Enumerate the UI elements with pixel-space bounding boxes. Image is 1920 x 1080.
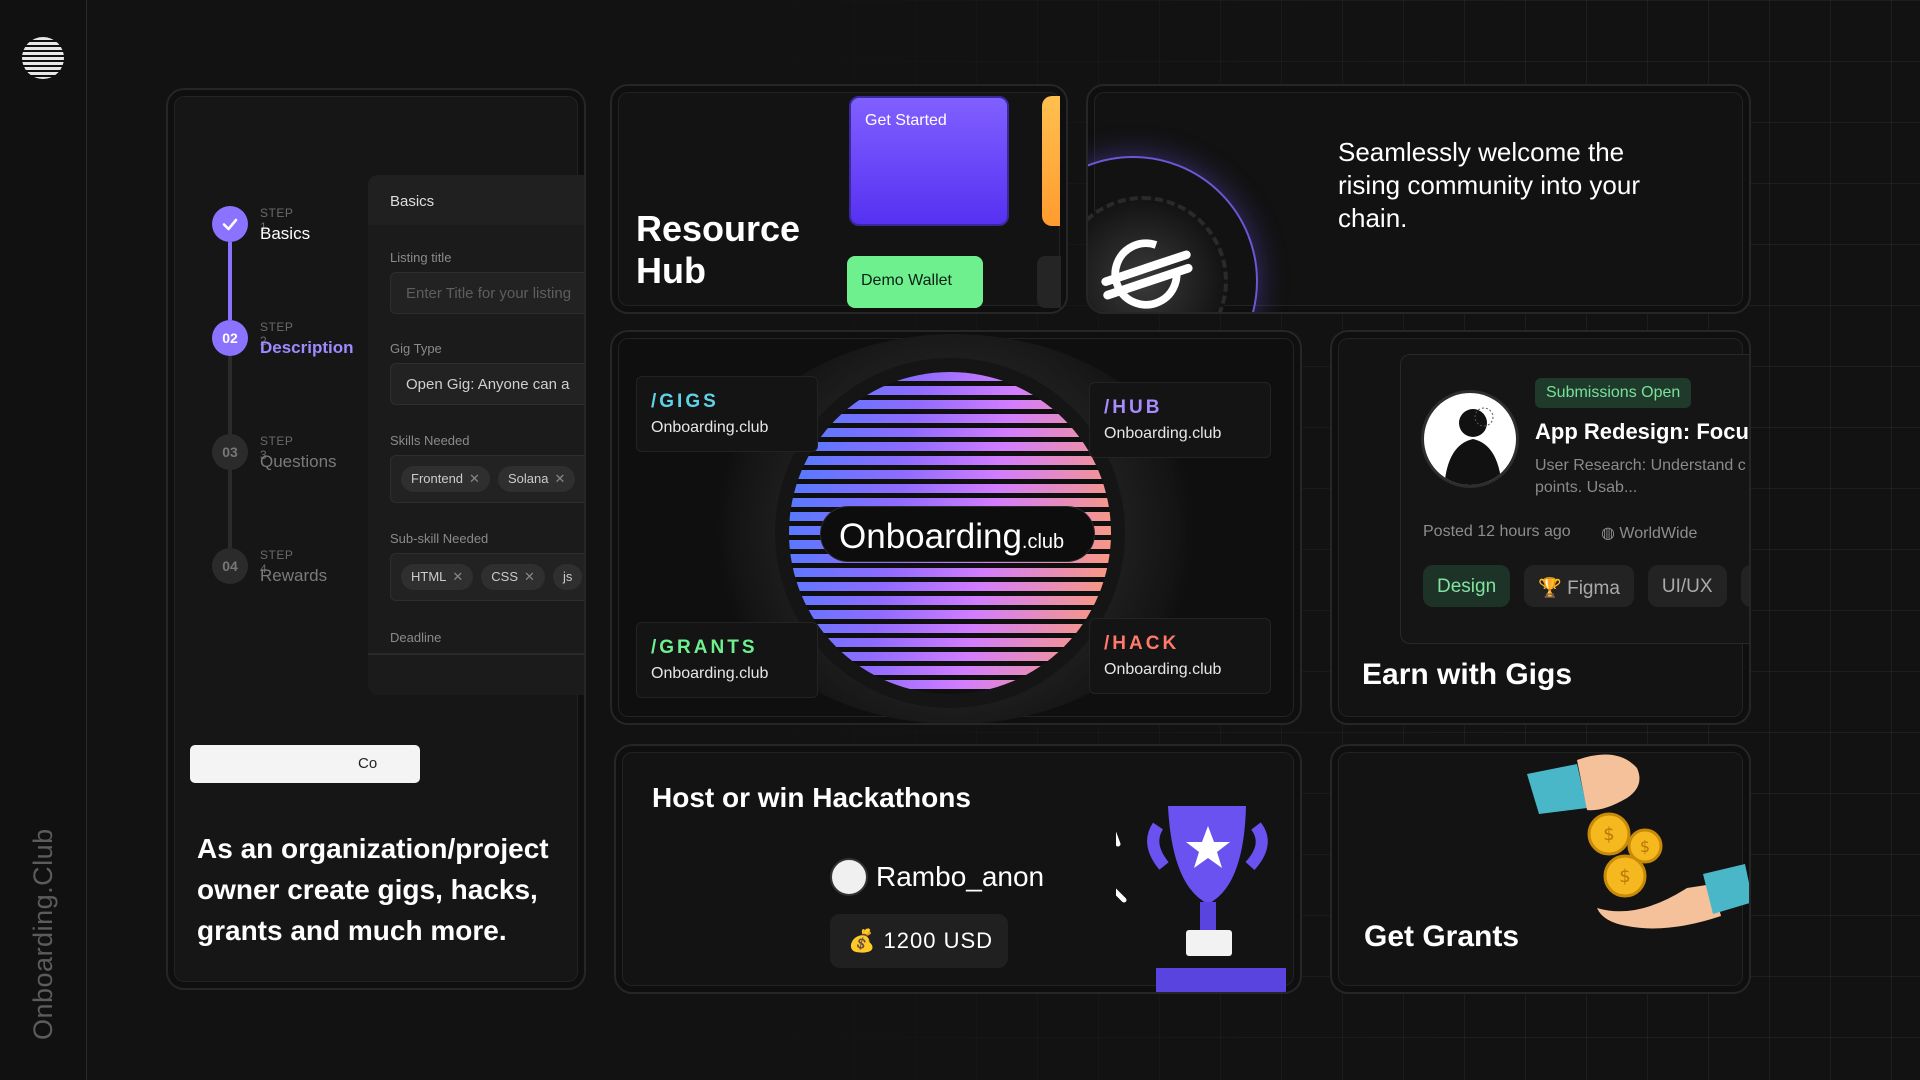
gig-type-label: Gig Type xyxy=(390,341,442,356)
step-connector xyxy=(228,470,232,548)
step-name: Basics xyxy=(260,224,311,243)
close-icon: ✕ xyxy=(469,471,480,486)
trophy-icon: 🏆 xyxy=(1538,578,1562,599)
subskill-input[interactable]: HTML ✕ CSS ✕ js xyxy=(390,553,584,601)
gig-description: User Research: Understand c points. Usab… xyxy=(1535,457,1746,496)
step-connector xyxy=(228,356,232,434)
close-icon: ✕ xyxy=(452,569,464,584)
gig-title[interactable]: App Redesign: Focus xyxy=(1535,419,1749,445)
listing-title-label: Listing title xyxy=(390,250,452,265)
step-number-badge: 04 xyxy=(212,548,248,584)
close-icon: ✕ xyxy=(554,471,566,486)
hub-link[interactable]: /HUB Onboarding.club xyxy=(1089,382,1271,458)
skill-tag[interactable]: Frontend ✕ xyxy=(401,466,490,492)
form-header: Basics xyxy=(368,175,584,225)
hackathons-title: Host or win Hackathons xyxy=(652,782,971,813)
skills-input[interactable]: Frontend ✕ Solana ✕ xyxy=(390,455,584,503)
listing-form: Basics Listing title Enter Title for you… xyxy=(368,175,584,695)
svg-text:$: $ xyxy=(1640,837,1650,856)
resource-hub-card[interactable]: Resource Hub Get Started Demo Wallet xyxy=(610,84,1068,314)
hackathons-card[interactable]: Host or win Hackathons Rambo_anon 💰 1200… xyxy=(614,744,1302,994)
status-badge: Submissions Open xyxy=(1535,378,1692,408)
get-started-button[interactable]: Get Started xyxy=(849,96,1009,226)
tag-uiux[interactable]: UI/UX xyxy=(1647,565,1727,607)
hack-link[interactable]: /HACK Onboarding.club xyxy=(1089,618,1271,694)
grants-caption: Get Grants xyxy=(1364,920,1520,953)
avatar xyxy=(1421,390,1519,488)
globe-icon: ◍ xyxy=(1601,525,1615,542)
step-number-badge: 03 xyxy=(212,434,248,470)
prize-badge: 💰 1200 USD xyxy=(830,914,1008,968)
welcome-text: Seamlessly welcome the rising community … xyxy=(1338,137,1640,233)
brand-vertical-text: Onboarding.Club xyxy=(28,828,58,1040)
tag-design[interactable]: Design xyxy=(1423,565,1511,607)
checkmark-icon xyxy=(212,206,248,242)
step-name: Rewards xyxy=(260,566,328,585)
listing-title-input[interactable]: Enter Title for your listing xyxy=(390,272,584,314)
skill-tag[interactable]: Solana ✕ xyxy=(497,466,576,492)
divider xyxy=(368,653,584,655)
hub-logo-pill: Onboarding.club xyxy=(820,506,1095,562)
gigs-link[interactable]: /GIGS Onboarding.club xyxy=(636,376,818,452)
orange-button[interactable] xyxy=(1042,96,1060,226)
step-number-badge: 02 xyxy=(212,320,248,356)
location: ◍ WorldWide xyxy=(1601,525,1698,542)
gig-tags: Design 🏆 Figma UI/UX S xyxy=(1423,565,1749,607)
demo-wallet-button[interactable]: Demo Wallet xyxy=(847,256,983,308)
continue-button[interactable]: Co xyxy=(190,745,420,783)
step-name: Questions xyxy=(260,452,337,471)
coins-hand-icon: $ $ $ xyxy=(1527,754,1749,929)
svg-text:$: $ xyxy=(1603,824,1614,845)
money-bag-icon: 💰 xyxy=(848,928,877,953)
gigs-card[interactable]: Submissions Open App Redesign: Focus Use… xyxy=(1330,330,1751,725)
svg-text:$: $ xyxy=(1619,866,1630,887)
subskill-tag[interactable]: CSS ✕ xyxy=(481,564,545,590)
subskill-tag[interactable]: js xyxy=(552,564,583,590)
step-name: Description xyxy=(260,338,354,357)
subskill-tag[interactable]: HTML ✕ xyxy=(401,564,474,590)
steps-card: STEP 1 Basics 02 STEP 2 Description 03 S… xyxy=(166,88,586,990)
step-connector-done xyxy=(228,242,232,320)
tag-more[interactable]: S xyxy=(1740,565,1749,607)
username: Rambo_anon xyxy=(876,861,1045,892)
trophy-icon xyxy=(1116,806,1286,992)
deadline-label: Deadline xyxy=(390,630,442,645)
gigs-caption: Earn with Gigs xyxy=(1362,658,1573,691)
dark-button[interactable] xyxy=(1037,256,1061,308)
hackathon-user: Rambo_anon xyxy=(830,858,1044,896)
subskill-label: Sub-skill Needed xyxy=(390,531,489,546)
sidebar: Onboarding.Club xyxy=(0,0,87,1080)
stellar-icon xyxy=(1101,239,1193,309)
gig-listing-card[interactable]: Submissions Open App Redesign: Focus Use… xyxy=(1400,354,1749,644)
resource-hub-title: Resource Hub xyxy=(636,208,801,291)
hub-card: Onboarding.club /GIGS Onboarding.club /H… xyxy=(610,330,1302,725)
grants-link[interactable]: /GRANTS Onboarding.club xyxy=(636,622,818,698)
gig-type-select[interactable]: Open Gig: Anyone can a xyxy=(390,363,584,405)
welcome-card: Seamlessly welcome the rising community … xyxy=(1086,84,1751,314)
grants-card[interactable]: $ $ $ Get Grants xyxy=(1330,744,1751,994)
close-icon: ✕ xyxy=(524,569,535,584)
steps-description: As an organization/project owner create … xyxy=(197,833,549,946)
posted-time: Posted 12 hours ago xyxy=(1423,523,1571,540)
tag-figma[interactable]: 🏆 Figma xyxy=(1524,565,1634,607)
avatar xyxy=(830,858,868,896)
skills-label: Skills Needed xyxy=(390,433,470,448)
logo-icon[interactable] xyxy=(22,37,64,79)
